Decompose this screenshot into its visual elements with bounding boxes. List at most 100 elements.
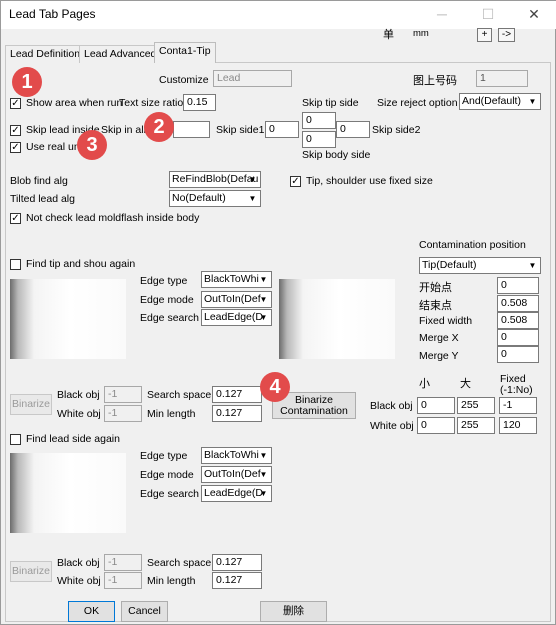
dialog-window: Lead Tab Pages ─ ☐ ✕ 单 mm + -> Lead Defi… [0,0,556,625]
ok-button[interactable]: OK [68,601,115,622]
show-area-checkbox[interactable]: ✓ [10,98,21,109]
lead-black-obj-input: -1 [104,554,142,571]
skip-side2-input[interactable]: 0 [336,121,370,138]
skip-tip-side-label: Skip tip side [302,97,359,109]
fixed-width-input[interactable]: 0.508 [497,312,539,329]
merge-x-label: Merge X [419,332,459,344]
lead-binarize-button[interactable]: Binarize [10,561,52,582]
find-lead-label: Find lead side again [26,433,120,445]
lead-white-obj-input: -1 [104,572,142,589]
contamination-position-select[interactable]: Tip(Default) ▼ [419,257,541,274]
lead-edge-search-value: LeadEdge(D [204,487,263,499]
tab-lead-advanced[interactable]: Lead Advanced [79,45,162,63]
lead-min-length-input[interactable]: 0.127 [212,572,262,589]
skip-in-all-label: Skip in all [101,124,146,136]
tip-search-space-input[interactable]: 0.127 [212,386,262,403]
size-reject-select[interactable]: And(Default) ▼ [459,93,541,110]
tip-black-obj-label: Black obj [57,389,100,401]
tip-edge-mode-label: Edge mode [140,294,194,306]
contamination-position-label: Contamination position [419,239,526,251]
tip-edge-mode-select[interactable]: OutToIn(Def ▼ [201,291,272,308]
lead-edge-mode-select[interactable]: OutToIn(Def ▼ [201,466,272,483]
skip-side1-input[interactable]: 0 [265,121,299,138]
cont-white-large-input[interactable]: 255 [457,417,495,434]
chevron-down-icon: ▼ [259,313,268,322]
blob-find-select[interactable]: ReFindBlob(Defau ▼ [169,171,261,188]
skip-tip-side-input[interactable]: 0 [302,112,336,129]
cont-black-small-input[interactable]: 0 [417,397,455,414]
end-point-input[interactable]: 0.508 [497,295,539,312]
end-point-label: 结束点 [419,300,452,312]
text-size-ratio-input[interactable]: 0.15 [183,94,216,111]
cont-black-large-input[interactable]: 255 [457,397,495,414]
tilted-lead-select[interactable]: No(Default) ▼ [169,190,261,207]
tilted-lead-label: Tilted lead alg [10,193,75,205]
lead-edge-type-select[interactable]: BlackToWhi ▼ [201,447,272,464]
find-lead-checkbox[interactable] [10,434,21,445]
skip-in-all-input[interactable] [173,121,210,138]
blob-find-label: Blob find alg [10,175,68,187]
merge-y-label: Merge Y [419,350,459,362]
not-check-checkbox[interactable]: ✓ [10,213,21,224]
plus-button[interactable]: + [477,28,492,42]
cont-white-small-input[interactable]: 0 [417,417,455,434]
lead-search-space-label: Search space [147,557,212,569]
lead-black-obj-label: Black obj [57,557,100,569]
use-real-unit-checkbox[interactable]: ✓ [10,142,21,153]
text-size-ratio-label: Text size ratio [119,97,184,109]
lead-edge-type-label: Edge type [140,450,188,462]
tip-min-length-input[interactable]: 0.127 [212,405,262,422]
minimize-button[interactable]: ─ [419,1,465,29]
chevron-down-icon: ▼ [259,470,268,479]
customize-field: Lead [213,70,292,87]
delete-button[interactable]: 删除 [260,601,327,622]
merge-x-input[interactable]: 0 [497,329,539,346]
tab-lead-definition[interactable]: Lead Definition [5,45,86,63]
fixed-label: Fixed (-1:No) [500,373,533,396]
cont-white-obj-label: White obj [370,420,414,432]
chevron-down-icon: ▼ [259,451,268,460]
start-point-input[interactable]: 0 [497,277,539,294]
tip-edge-search-select[interactable]: LeadEdge(D ▼ [201,309,272,326]
contamination-position-value: Tip(Default) [422,259,477,271]
cancel-button[interactable]: Cancel [121,601,168,622]
start-point-label: 开始点 [419,282,452,294]
tip-edge-type-value: BlackToWhi [204,273,259,285]
cont-black-obj-label: Black obj [370,400,413,412]
tip-edge-type-select[interactable]: BlackToWhi ▼ [201,271,272,288]
skip-body-side-input[interactable]: 0 [302,131,336,148]
chevron-down-icon: ▼ [259,489,268,498]
cont-white-fixed-input[interactable]: 120 [499,417,537,434]
customize-label: Customize [159,74,209,86]
tip-edge-search-value: LeadEdge(D [204,311,263,323]
tip-search-space-label: Search space [147,389,212,401]
close-button[interactable]: ✕ [511,1,556,29]
lead-search-space-input[interactable]: 0.127 [212,554,262,571]
lead-edge-mode-value: OutToIn(Def [204,468,261,480]
lead-white-obj-label: White obj [57,575,101,587]
tip-edge-mode-value: OutToIn(Def [204,293,261,305]
tip-preview-image [10,279,126,359]
tip-binarize-button[interactable]: Binarize [10,394,52,415]
cont-black-fixed-input[interactable]: -1 [499,397,537,414]
contamination-preview-image [279,279,395,359]
tab-conta1-tip[interactable]: Conta1-Tip [154,42,216,63]
lead-min-length-label: Min length [147,575,196,587]
tilted-lead-value: No(Default) [172,192,226,204]
size-reject-value: And(Default) [462,95,521,107]
tip-shoulder-checkbox[interactable]: ✓ [290,176,301,187]
chevron-down-icon: ▼ [528,97,537,106]
chevron-down-icon: ▼ [528,261,537,270]
arrow-button[interactable]: -> [498,28,515,42]
window-title: Lead Tab Pages [9,7,96,21]
lead-edge-search-select[interactable]: LeadEdge(D ▼ [201,485,272,502]
maximize-button[interactable]: ☐ [465,1,511,29]
not-check-label: Not check lead moldflash inside body [26,212,200,224]
find-tip-checkbox[interactable] [10,259,21,270]
lead-edge-mode-label: Edge mode [140,469,194,481]
tip-shoulder-label: Tip, shoulder use fixed size [306,175,433,187]
small-label: 小 [419,378,430,390]
tip-edge-search-label: Edge search [140,312,199,324]
merge-y-input[interactable]: 0 [497,346,539,363]
skip-lead-inside-checkbox[interactable]: ✓ [10,125,21,136]
